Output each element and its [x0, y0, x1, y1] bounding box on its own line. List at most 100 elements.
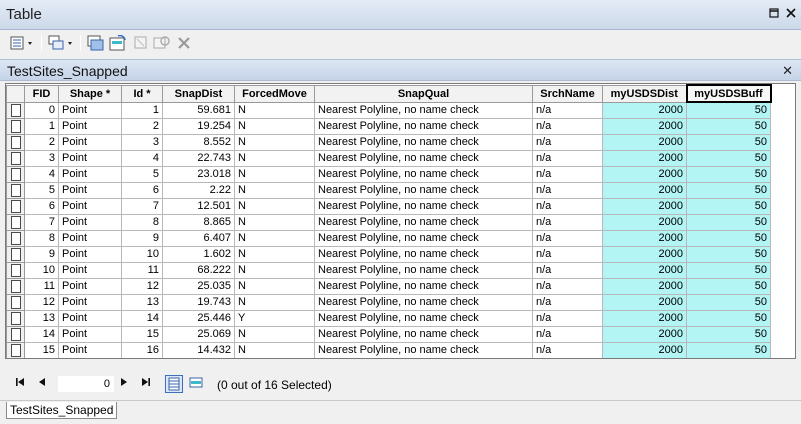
- cell-myusdsbuff[interactable]: 50: [686, 293, 771, 311]
- cell-snapqual[interactable]: Nearest Polyline, no name check: [314, 341, 533, 358]
- cell-id[interactable]: 4: [121, 149, 163, 167]
- clear-selection-button[interactable]: [133, 34, 149, 52]
- cell-fid[interactable]: 1: [24, 117, 59, 135]
- cell-srchname[interactable]: n/a: [532, 261, 603, 279]
- cell-forcedmove[interactable]: N: [234, 277, 315, 295]
- cell-myusdsdist[interactable]: 2000: [602, 133, 687, 151]
- cell-id[interactable]: 7: [121, 197, 163, 215]
- cell-id[interactable]: 14: [121, 309, 163, 327]
- cell-shape[interactable]: Point: [58, 277, 122, 295]
- cell-forcedmove[interactable]: N: [234, 325, 315, 343]
- cell-id[interactable]: 13: [121, 293, 163, 311]
- cell-srchname[interactable]: n/a: [532, 149, 603, 167]
- close-table-icon[interactable]: ✕: [782, 63, 793, 79]
- cell-id[interactable]: 2: [121, 117, 163, 135]
- table-row[interactable]: 4 Point 5 23.018 N Nearest Polyline, no name …: [6, 165, 771, 183]
- column-header-srchname[interactable]: SrchName: [532, 84, 603, 103]
- cell-shape[interactable]: Point: [58, 245, 122, 263]
- cell-snapdist[interactable]: 25.035: [162, 277, 235, 295]
- cell-shape[interactable]: Point: [58, 149, 122, 167]
- cell-myusdsdist[interactable]: 2000: [602, 325, 687, 343]
- cell-id[interactable]: 9: [121, 229, 163, 247]
- cell-myusdsbuff[interactable]: 50: [686, 245, 771, 263]
- cell-fid[interactable]: 11: [24, 277, 59, 295]
- table-row[interactable]: 0 Point 1 59.681 N Nearest Polyline, no name …: [6, 101, 771, 119]
- cell-forcedmove[interactable]: Y: [234, 309, 315, 327]
- cell-myusdsbuff[interactable]: 50: [686, 277, 771, 295]
- column-header-snapdist[interactable]: SnapDist: [162, 84, 235, 103]
- cell-shape[interactable]: Point: [58, 117, 122, 135]
- cell-forcedmove[interactable]: N: [234, 181, 315, 199]
- current-record-field[interactable]: 0: [58, 376, 114, 392]
- last-record-icon[interactable]: [141, 377, 151, 390]
- cell-snapdist[interactable]: 1.602: [162, 245, 235, 263]
- cell-snapdist[interactable]: 22.743: [162, 149, 235, 167]
- cell-fid[interactable]: 14: [24, 325, 59, 343]
- tab-testsites-snapped[interactable]: TestSites_Snapped: [6, 402, 118, 419]
- cell-id[interactable]: 16: [121, 341, 163, 358]
- cell-snapqual[interactable]: Nearest Polyline, no name check: [314, 133, 533, 151]
- cell-id[interactable]: 5: [121, 165, 163, 183]
- cell-srchname[interactable]: n/a: [532, 181, 603, 199]
- cell-shape[interactable]: Point: [58, 325, 122, 343]
- cell-srchname[interactable]: n/a: [532, 165, 603, 183]
- cell-snapqual[interactable]: Nearest Polyline, no name check: [314, 229, 533, 247]
- table-row[interactable]: 5 Point 6 2.22 N Nearest Polyline, no name ch…: [6, 181, 771, 199]
- row-selector[interactable]: [6, 101, 25, 119]
- cell-shape[interactable]: Point: [58, 229, 122, 247]
- cell-snapqual[interactable]: Nearest Polyline, no name check: [314, 149, 533, 167]
- cell-id[interactable]: 12: [121, 277, 163, 295]
- cell-forcedmove[interactable]: N: [234, 133, 315, 151]
- row-selector[interactable]: [6, 261, 25, 279]
- cell-id[interactable]: 8: [121, 213, 163, 231]
- cell-snapqual[interactable]: Nearest Polyline, no name check: [314, 245, 533, 263]
- row-selector[interactable]: [6, 117, 25, 135]
- cell-myusdsbuff[interactable]: 50: [686, 325, 771, 343]
- cell-srchname[interactable]: n/a: [532, 309, 603, 327]
- cell-myusdsbuff[interactable]: 50: [686, 229, 771, 247]
- table-row[interactable]: 3 Point 4 22.743 N Nearest Polyline, no name …: [6, 149, 771, 167]
- cell-srchname[interactable]: n/a: [532, 229, 603, 247]
- table-row[interactable]: 12 Point 13 19.743 N Nearest Polyline, no nam…: [6, 293, 771, 311]
- table-row[interactable]: 13 Point 14 25.446 Y Nearest Polyline, no nam…: [6, 309, 771, 327]
- cell-srchname[interactable]: n/a: [532, 277, 603, 295]
- column-header-snapqual[interactable]: SnapQual: [314, 84, 533, 103]
- cell-srchname[interactable]: n/a: [532, 117, 603, 135]
- cell-forcedmove[interactable]: N: [234, 197, 315, 215]
- cell-snapdist[interactable]: 8.865: [162, 213, 235, 231]
- cell-snapqual[interactable]: Nearest Polyline, no name check: [314, 181, 533, 199]
- row-selector[interactable]: [6, 245, 25, 263]
- cell-shape[interactable]: Point: [58, 341, 122, 358]
- cell-forcedmove[interactable]: N: [234, 341, 315, 358]
- cell-myusdsdist[interactable]: 2000: [602, 277, 687, 295]
- first-record-icon[interactable]: [15, 377, 25, 390]
- cell-myusdsdist[interactable]: 2000: [602, 213, 687, 231]
- cell-myusdsbuff[interactable]: 50: [686, 117, 771, 135]
- cell-fid[interactable]: 2: [24, 133, 59, 151]
- cell-forcedmove[interactable]: N: [234, 117, 315, 135]
- cell-srchname[interactable]: n/a: [532, 341, 603, 358]
- cell-shape[interactable]: Point: [58, 133, 122, 151]
- cell-snapqual[interactable]: Nearest Polyline, no name check: [314, 213, 533, 231]
- cell-shape[interactable]: Point: [58, 165, 122, 183]
- cell-snapdist[interactable]: 2.22: [162, 181, 235, 199]
- row-selector[interactable]: [6, 149, 25, 167]
- pin-icon[interactable]: [768, 8, 780, 20]
- cell-srchname[interactable]: n/a: [532, 293, 603, 311]
- cell-shape[interactable]: Point: [58, 181, 122, 199]
- cell-shape[interactable]: Point: [58, 261, 122, 279]
- select-by-attributes-button[interactable]: [87, 34, 105, 52]
- cell-fid[interactable]: 10: [24, 261, 59, 279]
- cell-id[interactable]: 3: [121, 133, 163, 151]
- cell-fid[interactable]: 15: [24, 341, 59, 358]
- cell-snapqual[interactable]: Nearest Polyline, no name check: [314, 165, 533, 183]
- previous-record-icon[interactable]: [38, 377, 46, 390]
- cell-myusdsbuff[interactable]: 50: [686, 149, 771, 167]
- cell-snapqual[interactable]: Nearest Polyline, no name check: [314, 309, 533, 327]
- cell-snapdist[interactable]: 25.446: [162, 309, 235, 327]
- cell-shape[interactable]: Point: [58, 309, 122, 327]
- table-row[interactable]: 7 Point 8 8.865 N Nearest Polyline, no name c…: [6, 213, 771, 231]
- table-row[interactable]: 15 Point 16 14.432 N Nearest Polyline, no nam…: [6, 341, 771, 358]
- cell-id[interactable]: 15: [121, 325, 163, 343]
- delete-selected-button[interactable]: [177, 34, 191, 52]
